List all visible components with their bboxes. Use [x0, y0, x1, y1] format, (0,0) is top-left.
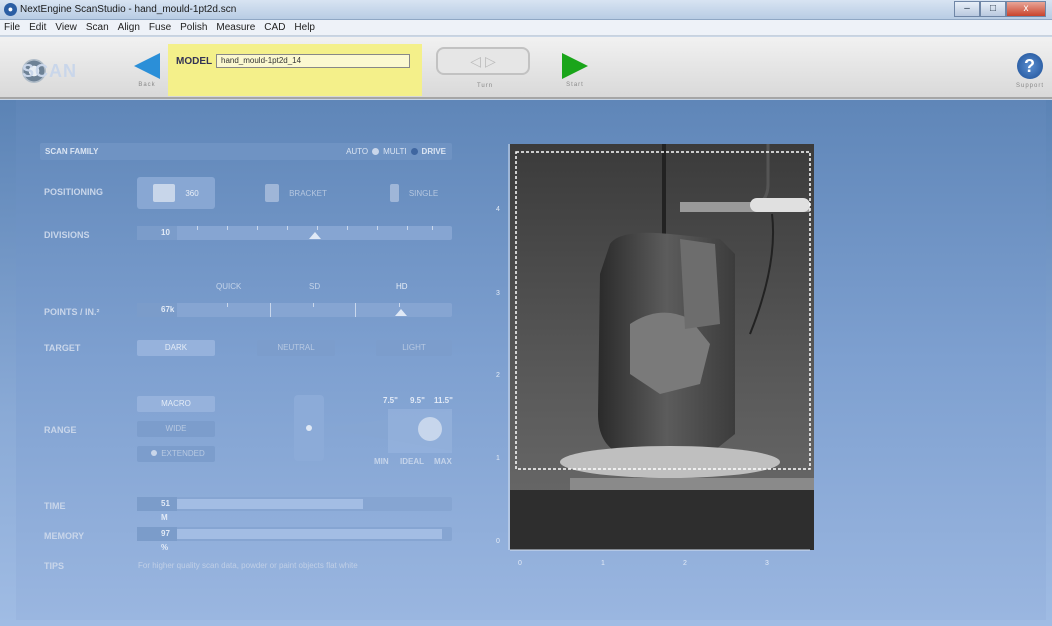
- minimize-button[interactable]: –: [954, 1, 980, 17]
- points-slider-thumb[interactable]: [395, 309, 407, 316]
- turn-right-icon: ▷: [484, 52, 496, 69]
- back-arrow-icon: [134, 53, 160, 79]
- start-arrow-icon: [562, 53, 588, 79]
- turntable-icon: [153, 184, 176, 202]
- scan-object-image: [510, 144, 814, 550]
- time-bar-fill: [177, 499, 363, 509]
- back-label: Back: [138, 82, 156, 88]
- divisions-label: DIVISIONS: [44, 230, 90, 240]
- extended-radio-icon: [151, 450, 158, 456]
- range-label: RANGE: [44, 425, 77, 435]
- target-light-button[interactable]: LIGHT: [376, 340, 452, 356]
- memory-bar-fill: [177, 529, 442, 539]
- range-max-label: MAX: [434, 457, 452, 466]
- menu-polish[interactable]: Polish: [180, 22, 207, 33]
- close-button[interactable]: x: [1006, 1, 1046, 17]
- model-label: MODEL: [176, 56, 213, 67]
- menu-align[interactable]: Align: [118, 22, 140, 33]
- range-diagram: [294, 395, 452, 461]
- range-ideal-label: IDEAL: [400, 457, 424, 466]
- divisions-slider[interactable]: 10: [137, 226, 452, 240]
- auto-label: AUTO: [346, 147, 369, 156]
- main-area: SCAN FAMILY AUTO MULTI DRIVE POSITIONING…: [0, 100, 1052, 626]
- toolbar: SCAN Back MODEL hand_mould-1pt2d_14 ◁ ▷ …: [0, 37, 1052, 99]
- single-icon: [389, 184, 399, 202]
- target-dark-button[interactable]: DARK: [137, 340, 215, 356]
- target-neutral-button[interactable]: NEUTRAL: [257, 340, 335, 356]
- horizontal-ruler: 0 1 2 3: [510, 549, 810, 567]
- start-label: Start: [566, 82, 584, 88]
- positioning-360-button[interactable]: 360: [137, 177, 215, 209]
- help-icon: ?: [1017, 53, 1043, 79]
- menu-scan[interactable]: Scan: [86, 22, 109, 33]
- range-macro-button[interactable]: MACRO: [137, 396, 215, 412]
- positioning-bracket-button[interactable]: BRACKET: [257, 177, 335, 209]
- turn-label: Turn: [476, 83, 494, 89]
- multi-label: MULTI: [383, 147, 407, 156]
- support-button[interactable]: ? Support: [1010, 53, 1050, 89]
- menu-measure[interactable]: Measure: [216, 22, 255, 33]
- time-label: TIME: [44, 501, 66, 511]
- range-extended-button[interactable]: EXTENDED: [137, 446, 215, 462]
- drive-label: DRIVE: [421, 147, 446, 156]
- menu-bar: File Edit View Scan Align Fuse Polish Me…: [0, 20, 1052, 36]
- model-panel: MODEL hand_mould-1pt2d_14: [168, 44, 422, 96]
- menu-cad[interactable]: CAD: [264, 22, 285, 33]
- multi-radio[interactable]: [410, 148, 418, 155]
- tips-text: For higher quality scan data, powder or …: [138, 561, 358, 570]
- turn-control: ◁ ▷: [436, 47, 530, 75]
- memory-label: MEMORY: [44, 531, 85, 541]
- range-min-label: MIN: [374, 457, 389, 466]
- maximize-button[interactable]: □: [980, 1, 1006, 17]
- scan-mode-label: SCAN: [22, 59, 76, 83]
- menu-edit[interactable]: Edit: [29, 22, 46, 33]
- camera-preview[interactable]: [510, 144, 814, 550]
- range-wide-button[interactable]: WIDE: [137, 421, 215, 437]
- quality-hd-label: HD: [396, 282, 408, 291]
- back-button[interactable]: Back: [132, 53, 162, 88]
- model-name-input[interactable]: hand_mould-1pt2d_14: [216, 54, 410, 68]
- divisions-slider-thumb[interactable]: [309, 232, 321, 239]
- menu-help[interactable]: Help: [294, 22, 315, 33]
- time-bar: 51 M: [137, 497, 452, 522]
- menu-fuse[interactable]: Fuse: [149, 22, 171, 33]
- vertical-ruler: 4 3 2 1 0: [496, 144, 510, 550]
- bracket-icon: [265, 184, 280, 202]
- turn-left-icon: ◁: [470, 52, 482, 69]
- app-icon: ●: [4, 3, 17, 16]
- support-label: Support: [1015, 83, 1044, 89]
- title-bar: ● NextEngine ScanStudio - hand_mould-1pt…: [0, 0, 1052, 20]
- tips-label: TIPS: [44, 561, 65, 571]
- menu-file[interactable]: File: [4, 22, 20, 33]
- points-label: POINTS / IN.²: [44, 307, 100, 317]
- menu-view[interactable]: View: [55, 22, 77, 33]
- memory-bar: 97 %: [137, 527, 452, 552]
- positioning-label: POSITIONING: [44, 187, 104, 197]
- window-title: NextEngine ScanStudio - hand_mould-1pt2d…: [20, 4, 237, 15]
- quality-sd-label: SD: [309, 282, 321, 291]
- start-button[interactable]: Start: [558, 53, 592, 88]
- quality-quick-label: QUICK: [216, 282, 242, 291]
- positioning-single-button[interactable]: SINGLE: [376, 177, 452, 209]
- scan-family-bar: SCAN FAMILY AUTO MULTI DRIVE: [40, 143, 452, 160]
- target-label: TARGET: [44, 343, 81, 353]
- auto-radio[interactable]: [372, 148, 380, 155]
- points-slider[interactable]: 67k: [137, 303, 452, 317]
